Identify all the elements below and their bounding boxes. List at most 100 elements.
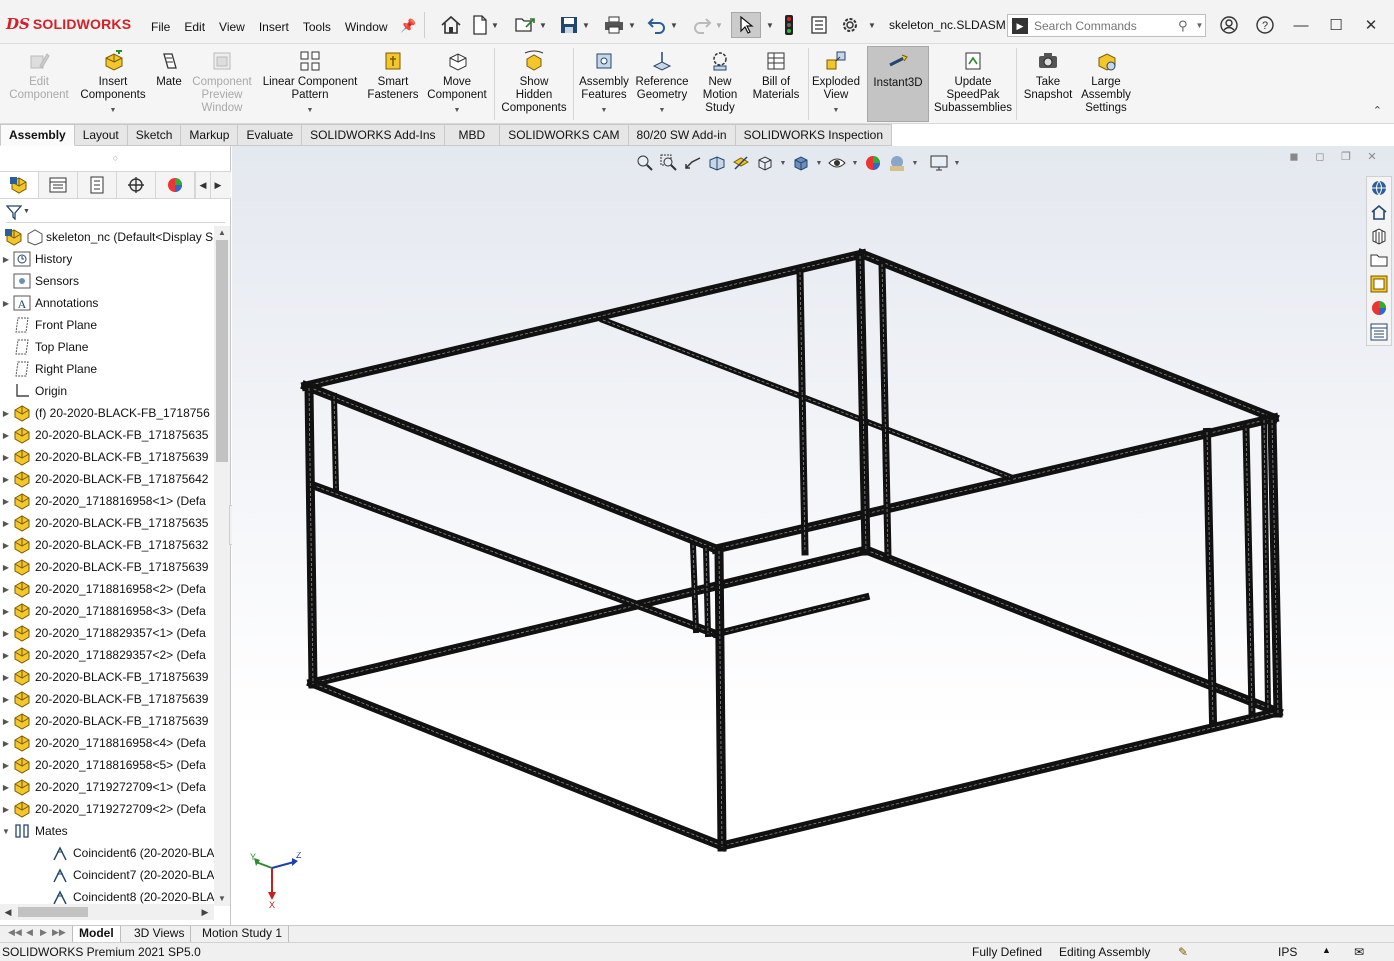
section-view-button[interactable] xyxy=(706,152,728,174)
chevron-down-icon[interactable]: ▼ xyxy=(814,160,824,167)
tab-featuremanager-tree[interactable] xyxy=(0,172,39,198)
tree-item-6[interactable]: Origin xyxy=(0,380,214,402)
chevron-down-icon[interactable]: ▼ xyxy=(110,104,117,117)
chevron-down-icon[interactable]: ▼ xyxy=(670,21,678,30)
mate-button[interactable]: Mate xyxy=(152,46,186,122)
home-button[interactable] xyxy=(440,14,462,36)
new-motion-study-button[interactable]: New Motion Study xyxy=(696,46,744,122)
tab-solidworks-inspection[interactable]: SOLIDWORKS Inspection xyxy=(735,124,892,146)
reference-triad[interactable]: Y Z X xyxy=(246,852,306,912)
first-tab-icon[interactable]: ◀◀ xyxy=(8,927,22,938)
tree-item-18[interactable]: ▶ 20-2020_1718829357<2> (Defa xyxy=(0,644,214,666)
tree-item-22[interactable]: ▶ 20-2020_1718816958<4> (Defa xyxy=(0,732,214,754)
chevron-down-icon[interactable]: ▼ xyxy=(539,21,547,30)
undo-button[interactable]: ▼ xyxy=(647,14,678,36)
chevron-down-icon[interactable]: ▼ xyxy=(910,160,920,167)
tree-filter[interactable]: ▼ xyxy=(6,201,225,223)
previous-view-button[interactable] xyxy=(682,152,704,174)
tree-item-14[interactable]: ▶ 20-2020-BLACK-FB_171875639 xyxy=(0,556,214,578)
tree-item-16[interactable]: ▶ 20-2020_1718816958<3> (Defa xyxy=(0,600,214,622)
tree-item-1[interactable]: Sensors xyxy=(0,270,214,292)
collapse-right-icon[interactable]: ◻ xyxy=(1312,149,1328,165)
tree-vertical-scrollbar[interactable]: ▲ ▼ xyxy=(214,226,230,906)
tree-item-15[interactable]: ▶ 20-2020_1718816958<2> (Defa xyxy=(0,578,214,600)
tab-configuration-manager[interactable] xyxy=(78,172,117,198)
search-commands-box[interactable]: ▶ ⚲ ▼ xyxy=(1007,14,1206,37)
chevron-right-icon[interactable]: ▶ xyxy=(0,651,12,660)
ribbon-collapse-icon[interactable]: ⌃ xyxy=(1373,104,1382,117)
collapse-left-icon[interactable]: ◼ xyxy=(1286,149,1302,165)
instant3d-button[interactable]: Instant3D xyxy=(867,46,929,122)
tab-3d-views[interactable]: 3D Views xyxy=(128,926,192,942)
chevron-right-icon[interactable]: ▶ xyxy=(0,519,12,528)
hide-show-items-button[interactable] xyxy=(826,152,848,174)
tree-item-11[interactable]: ▶ 20-2020_1718816958<1> (Defa xyxy=(0,490,214,512)
open-button[interactable]: ▼ xyxy=(514,14,547,36)
tab-markup[interactable]: Markup xyxy=(181,124,239,146)
chevron-down-icon[interactable]: ▼ xyxy=(601,104,608,117)
tab-dimxpert-manager[interactable] xyxy=(117,172,156,198)
scroll-down-icon[interactable]: ▼ xyxy=(214,892,230,906)
tab-mbd[interactable]: MBD xyxy=(444,124,501,146)
tab-model[interactable]: Model xyxy=(72,926,121,942)
help-button[interactable]: ? xyxy=(1252,13,1278,37)
chevron-right-icon[interactable]: ▶ xyxy=(0,805,12,814)
insert-components-button[interactable]: Insert Components ▼ xyxy=(74,46,152,122)
tree-root-assembly[interactable]: skeleton_nc (Default<Display S xyxy=(0,226,214,248)
search-input[interactable] xyxy=(1034,18,1174,33)
unit-system-up-icon[interactable]: ▲ xyxy=(1322,945,1331,955)
new-document-button[interactable]: ▼ xyxy=(472,14,499,36)
take-snapshot-button[interactable]: Take Snapshot xyxy=(1020,46,1076,122)
chevron-down-icon[interactable]: ▼ xyxy=(659,104,666,117)
chevron-right-icon[interactable]: ▶ xyxy=(0,717,12,726)
tree-item-29[interactable]: Coincident8 (20-2020-BLA xyxy=(0,886,214,906)
scroll-thumb[interactable] xyxy=(18,907,88,917)
chevron-down-icon[interactable]: ▼ xyxy=(952,160,962,167)
search-icon[interactable]: ⚲ xyxy=(1178,18,1188,34)
tree-item-24[interactable]: ▶ 20-2020_1719272709<1> (Defa xyxy=(0,776,214,798)
tree-item-12[interactable]: ▶ 20-2020-BLACK-FB_171875635 xyxy=(0,512,214,534)
save-button[interactable]: ▼ xyxy=(559,14,590,36)
large-assembly-settings-button[interactable]: Large Assembly Settings xyxy=(1078,46,1134,122)
chevron-down-icon[interactable]: ▼ xyxy=(454,104,461,117)
tree-item-13[interactable]: ▶ 20-2020-BLACK-FB_171875632 xyxy=(0,534,214,556)
tree-item-19[interactable]: ▶ 20-2020-BLACK-FB_171875639 xyxy=(0,666,214,688)
chevron-right-icon[interactable]: ▶ xyxy=(0,431,12,440)
tree-item-5[interactable]: Right Plane xyxy=(0,358,214,380)
bill-of-materials-button[interactable]: Bill of Materials xyxy=(748,46,804,122)
tree-item-17[interactable]: ▶ 20-2020_1718829357<1> (Defa xyxy=(0,622,214,644)
tab-evaluate[interactable]: Evaluate xyxy=(238,124,303,146)
chevron-down-icon[interactable]: ▼ xyxy=(582,21,590,30)
chevron-right-icon[interactable]: ▶ xyxy=(0,475,12,484)
pin-icon[interactable]: 📌 xyxy=(400,18,416,34)
graphics-area[interactable]: ▼ ▼ ▼ ▼ ▼ ◼ ◻ ❐ ✕ Y Z X xyxy=(232,146,1394,925)
custom-properties-tab[interactable] xyxy=(1367,321,1391,343)
maximize-button[interactable]: ☐ xyxy=(1323,13,1349,37)
chevron-right-icon[interactable]: ▶ xyxy=(0,299,12,308)
home-tab[interactable] xyxy=(1367,201,1391,223)
tree-item-9[interactable]: ▶ 20-2020-BLACK-FB_171875639 xyxy=(0,446,214,468)
chevron-right-icon[interactable]: ▶ xyxy=(0,783,12,792)
tree-item-23[interactable]: ▶ 20-2020_1718816958<5> (Defa xyxy=(0,754,214,776)
scroll-thumb[interactable] xyxy=(216,240,228,462)
file-explorer-tab[interactable] xyxy=(1367,249,1391,271)
frame-beam[interactable] xyxy=(1260,416,1272,712)
tree-item-26[interactable]: ▼ Mates xyxy=(0,820,214,842)
options-button[interactable]: ▼ xyxy=(840,14,876,36)
rebuild-status-icon[interactable]: ✎ xyxy=(1178,945,1188,959)
scroll-left-icon[interactable]: ◀ xyxy=(0,904,16,920)
dynamic-annotation-views-button[interactable] xyxy=(730,152,752,174)
chevron-down-icon[interactable]: ▼ xyxy=(778,160,788,167)
chevron-right-icon[interactable]: ▶ xyxy=(0,585,12,594)
print-button[interactable]: ▼ xyxy=(603,14,636,36)
tree-item-10[interactable]: ▶ 20-2020-BLACK-FB_171875642 xyxy=(0,468,214,490)
design-library-tab[interactable] xyxy=(1367,225,1391,247)
close-button[interactable]: ✕ xyxy=(1358,13,1384,37)
view-orientation-button[interactable] xyxy=(754,152,776,174)
assembly-features-button[interactable]: Assembly Features ▼ xyxy=(576,46,632,122)
apply-scene-button[interactable] xyxy=(886,152,908,174)
tab-motion-study-1[interactable]: Motion Study 1 xyxy=(196,926,290,942)
chevron-right-icon[interactable]: ▶ xyxy=(0,673,12,682)
component-preview-window-button[interactable]: Component Preview Window xyxy=(188,46,256,122)
edit-component-button[interactable]: Edit Component xyxy=(6,46,72,122)
